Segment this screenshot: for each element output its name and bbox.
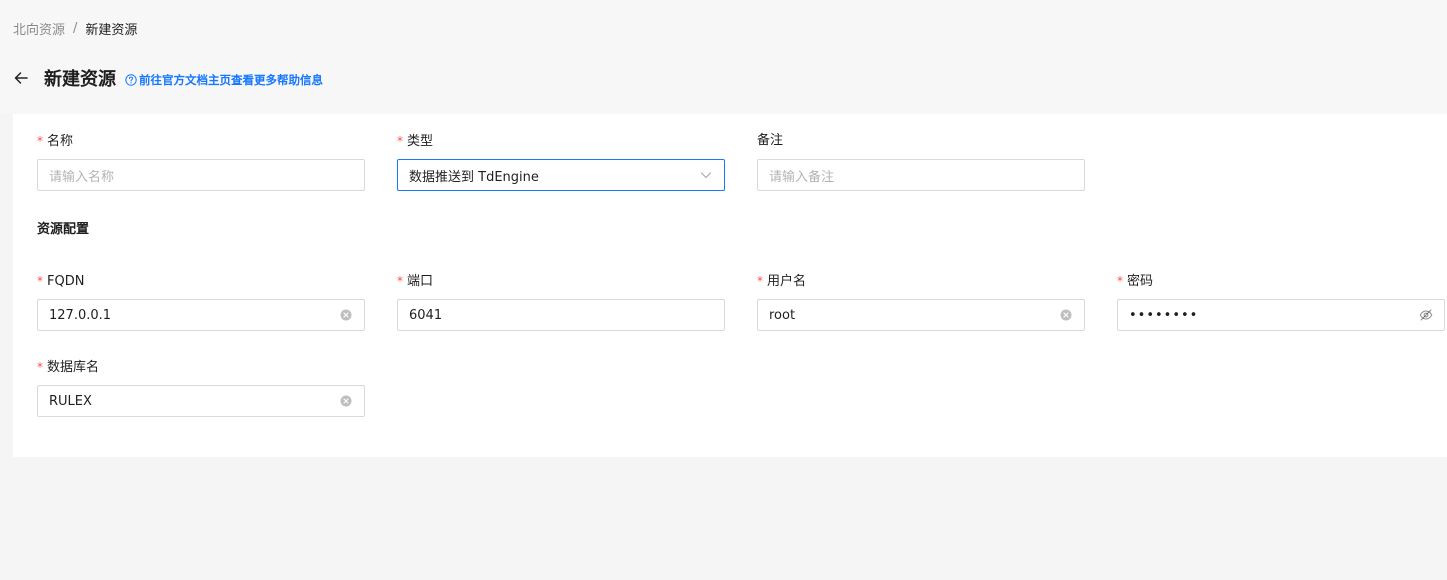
form-card: * 名称 请输入名称 * 类型 数据推送到 TdEngine 备注 请输入备注 …	[13, 114, 1447, 457]
name-placeholder: 请输入名称	[49, 169, 115, 185]
password-label: * 密码	[1117, 274, 1154, 289]
page-header: 北向资源 / 新建资源 新建资源 前往官方文档主页查看更多帮助信息	[0, 0, 1447, 114]
required-mark: *	[397, 134, 403, 148]
close-circle-icon[interactable]	[339, 308, 353, 322]
password-input[interactable]: ••••••••	[1117, 299, 1445, 331]
dbname-input[interactable]: RULEX	[37, 385, 365, 417]
remark-label: 备注	[757, 133, 784, 148]
username-value: root	[769, 307, 796, 323]
required-mark: *	[397, 274, 403, 288]
page: 北向资源 / 新建资源 新建资源 前往官方文档主页查看更多帮助信息 * 名称 请…	[0, 0, 1447, 580]
close-circle-icon[interactable]	[1059, 308, 1073, 322]
breadcrumb: 北向资源 / 新建资源	[13, 18, 137, 38]
help-docs-link[interactable]: 前往官方文档主页查看更多帮助信息	[125, 72, 323, 88]
username-input[interactable]: root	[757, 299, 1085, 331]
type-label: * 类型	[397, 134, 434, 149]
username-label: * 用户名	[757, 274, 807, 289]
help-link-text: 前往官方文档主页查看更多帮助信息	[139, 73, 323, 87]
back-button[interactable]	[12, 69, 30, 87]
question-circle-icon	[125, 74, 137, 86]
fqdn-input[interactable]: 127.0.0.1	[37, 299, 365, 331]
breadcrumb-current: 新建资源	[85, 22, 138, 38]
port-label: * 端口	[397, 274, 434, 289]
name-label: * 名称	[37, 134, 74, 149]
close-circle-icon[interactable]	[339, 394, 353, 408]
dbname-label: * 数据库名	[37, 360, 100, 375]
fqdn-value: 127.0.0.1	[49, 307, 112, 323]
breadcrumb-parent-link[interactable]: 北向资源	[13, 19, 65, 38]
port-input[interactable]: 6041	[397, 299, 725, 331]
required-mark: *	[37, 134, 43, 148]
port-value: 6041	[409, 307, 443, 323]
type-select[interactable]: 数据推送到 TdEngine	[397, 159, 725, 191]
title-row: 新建资源 前往官方文档主页查看更多帮助信息	[12, 64, 323, 92]
required-mark: *	[757, 274, 763, 288]
section-title: 资源配置	[37, 222, 90, 237]
remark-placeholder: 请输入备注	[769, 169, 835, 185]
dbname-value: RULEX	[49, 393, 92, 409]
remark-input[interactable]: 请输入备注	[757, 159, 1085, 191]
type-select-value: 数据推送到 TdEngine	[409, 169, 539, 185]
required-mark: *	[1117, 274, 1123, 288]
eye-invisible-icon[interactable]	[1419, 308, 1433, 322]
arrow-left-icon	[13, 70, 29, 86]
required-mark: *	[37, 360, 43, 374]
breadcrumb-separator: /	[73, 20, 78, 36]
name-input[interactable]: 请输入名称	[37, 159, 365, 191]
fqdn-label: * FQDN	[37, 274, 85, 289]
chevron-down-icon	[699, 168, 713, 182]
page-title: 新建资源	[44, 69, 116, 90]
required-mark: *	[37, 274, 43, 288]
password-value: ••••••••	[1129, 307, 1199, 323]
